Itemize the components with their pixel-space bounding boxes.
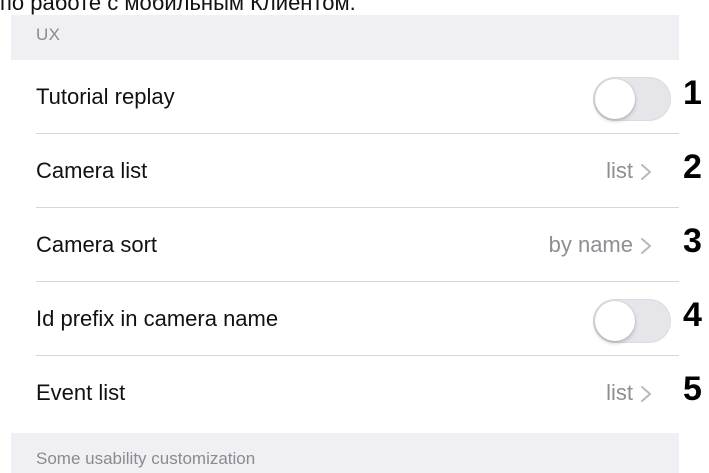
row-id-prefix: Id prefix in camera name 4 xyxy=(11,282,702,356)
chevron-right-icon xyxy=(641,164,651,180)
callout-marker: 3 xyxy=(683,222,702,260)
row-camera-sort[interactable]: Camera sort by name 3 xyxy=(11,208,702,282)
row-label: Camera sort xyxy=(36,232,158,257)
section-footer-text: Some usability customization xyxy=(36,449,256,468)
row-value: list xyxy=(606,380,633,405)
value-container: by name xyxy=(444,208,651,282)
row-label: Tutorial replay xyxy=(36,84,175,109)
switch-knob xyxy=(595,301,635,341)
callout-marker: 2 xyxy=(683,148,702,186)
document-caption: по работе с мобильным Клиентом. xyxy=(0,0,356,15)
row-tutorial-replay: Tutorial replay 1 xyxy=(11,60,702,134)
row-label: Camera list xyxy=(36,158,148,183)
chevron-right-icon xyxy=(641,238,651,254)
section-header: UX xyxy=(11,15,679,60)
row-value: by name xyxy=(548,232,633,257)
row-label: Event list xyxy=(36,380,126,405)
section-footer: Some usability customization xyxy=(11,433,679,473)
row-camera-list[interactable]: Camera list list 2 xyxy=(11,134,702,208)
callout-marker: 5 xyxy=(683,370,702,408)
value-container: list xyxy=(444,134,651,208)
switch-knob xyxy=(595,79,635,119)
callout-marker: 1 xyxy=(683,74,702,112)
id-prefix-switch[interactable] xyxy=(593,299,671,343)
row-value: list xyxy=(606,158,633,183)
row-label: Id prefix in camera name xyxy=(36,306,279,331)
section-header-label: UX xyxy=(36,25,61,44)
tutorial-replay-switch[interactable] xyxy=(593,77,671,121)
row-event-list[interactable]: Event list list 5 xyxy=(11,356,702,430)
callout-marker: 4 xyxy=(683,296,702,334)
settings-group: Tutorial replay 1 Camera list list 2 Cam… xyxy=(11,60,702,433)
chevron-right-icon xyxy=(641,386,651,402)
value-container: list xyxy=(444,356,651,430)
